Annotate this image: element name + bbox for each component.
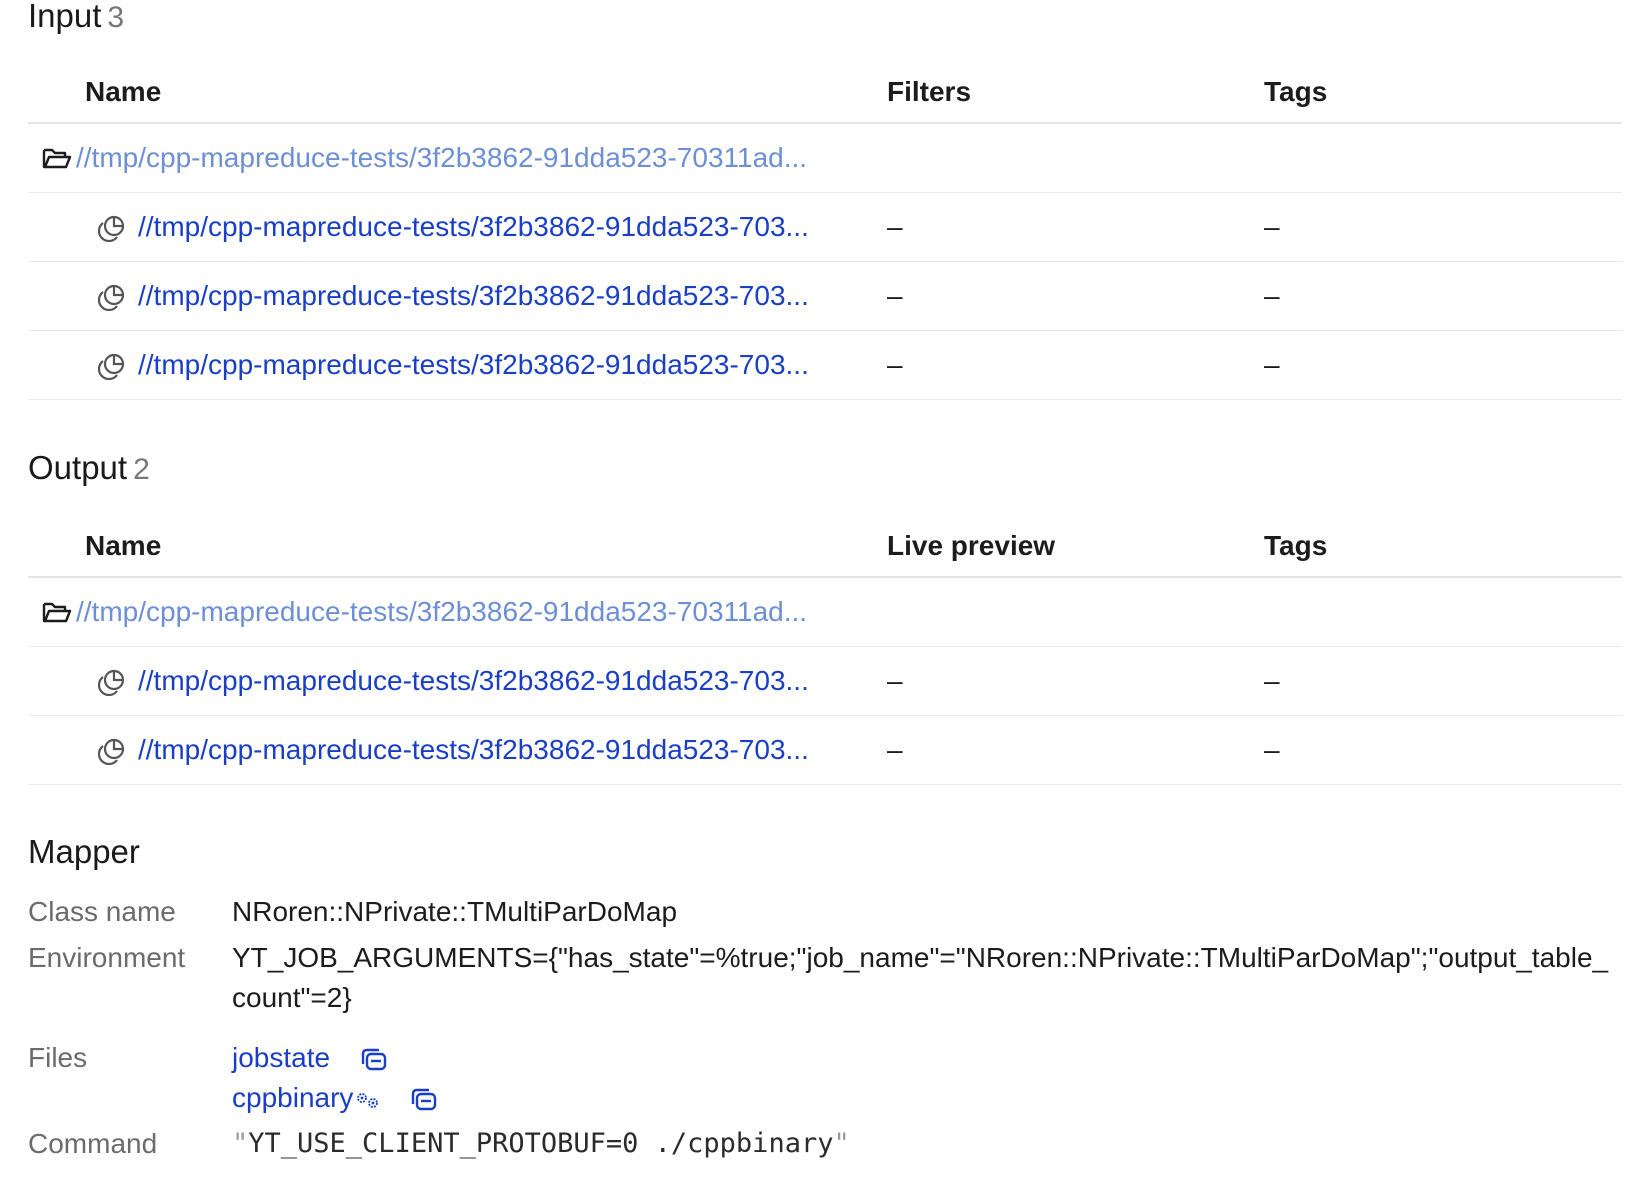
input-table-header: Name Filters Tags	[28, 54, 1622, 124]
table-icon	[98, 284, 125, 311]
folder-open-icon	[42, 602, 72, 623]
input-filters-value: –	[887, 349, 903, 380]
input-section-title: Input 3	[28, 0, 124, 36]
input-tags-value: –	[1264, 211, 1280, 242]
command-text: YT_USE_CLIENT_PROTOBUF=0 ./cppbinary	[248, 1128, 834, 1159]
class-name-value: NRoren::NPrivate::TMultiParDoMap	[232, 896, 678, 927]
input-parent-link[interactable]: //tmp/cpp-mapreduce-tests/3f2b3862-91dda…	[76, 124, 807, 192]
input-row: //tmp/cpp-mapreduce-tests/3f2b3862-91dda…	[28, 193, 1622, 262]
file-item: cppbinary	[232, 1078, 1612, 1118]
output-table-link[interactable]: //tmp/cpp-mapreduce-tests/3f2b3862-91dda…	[138, 716, 809, 784]
gear-icon	[357, 1092, 379, 1108]
output-section-title: Output 2	[28, 450, 150, 488]
input-table-link[interactable]: //tmp/cpp-mapreduce-tests/3f2b3862-91dda…	[138, 262, 809, 330]
quote-mark: "	[833, 1128, 850, 1159]
command-label: Command	[28, 1128, 158, 1159]
table-icon	[98, 738, 125, 765]
input-filters-value: –	[887, 211, 903, 242]
output-tags-value: –	[1264, 665, 1280, 696]
output-parent-link[interactable]: //tmp/cpp-mapreduce-tests/3f2b3862-91dda…	[76, 578, 807, 646]
input-table: Name Filters Tags //tmp/cpp-mapreduce-te…	[28, 54, 1622, 400]
column-header-name[interactable]: Name	[85, 530, 161, 562]
output-count: 2	[133, 453, 150, 486]
file-item: jobstate	[232, 1038, 1612, 1078]
class-name-label: Class name	[28, 896, 176, 927]
output-title: Output	[28, 449, 128, 486]
file-link-cppbinary[interactable]: cppbinary	[232, 1082, 353, 1113]
column-header-live-preview[interactable]: Live preview	[887, 530, 1055, 562]
column-header-tags[interactable]: Tags	[1264, 76, 1327, 108]
copy-icon[interactable]	[360, 1047, 388, 1073]
output-table-link[interactable]: //tmp/cpp-mapreduce-tests/3f2b3862-91dda…	[138, 647, 809, 715]
input-title: Input	[28, 0, 102, 34]
input-table-link[interactable]: //tmp/cpp-mapreduce-tests/3f2b3862-91dda…	[138, 193, 809, 261]
column-header-filters[interactable]: Filters	[887, 76, 971, 108]
output-table-header: Name Live preview Tags	[28, 508, 1622, 578]
output-live-preview-value: –	[887, 665, 903, 696]
input-count: 3	[107, 1, 125, 34]
column-header-tags[interactable]: Tags	[1264, 530, 1327, 562]
output-table: Name Live preview Tags //tmp/cpp-mapredu…	[28, 508, 1622, 785]
quote-mark: "	[232, 1128, 249, 1159]
table-icon	[98, 215, 125, 242]
output-live-preview-value: –	[887, 734, 903, 765]
output-row: //tmp/cpp-mapreduce-tests/3f2b3862-91dda…	[28, 647, 1622, 716]
output-parent-row: //tmp/cpp-mapreduce-tests/3f2b3862-91dda…	[28, 578, 1622, 647]
input-row: //tmp/cpp-mapreduce-tests/3f2b3862-91dda…	[28, 262, 1622, 331]
input-row: //tmp/cpp-mapreduce-tests/3f2b3862-91dda…	[28, 331, 1622, 400]
output-row: //tmp/cpp-mapreduce-tests/3f2b3862-91dda…	[28, 716, 1622, 785]
copy-icon[interactable]	[410, 1087, 438, 1113]
command-value: "YT_USE_CLIENT_PROTOBUF=0 ./cppbinary"	[232, 1124, 1612, 1164]
input-parent-row: //tmp/cpp-mapreduce-tests/3f2b3862-91dda…	[28, 124, 1622, 193]
input-tags-value: –	[1264, 349, 1280, 380]
input-tags-value: –	[1264, 280, 1280, 311]
environment-value: YT_JOB_ARGUMENTS={"has_state"=%true;"job…	[232, 942, 1609, 1013]
file-link-jobstate[interactable]: jobstate	[232, 1042, 330, 1073]
input-table-link[interactable]: //tmp/cpp-mapreduce-tests/3f2b3862-91dda…	[138, 331, 809, 399]
files-label: Files	[28, 1042, 88, 1073]
column-header-name[interactable]: Name	[85, 76, 161, 108]
files-list: jobstate cppbinary	[232, 1038, 1612, 1118]
input-filters-value: –	[887, 280, 903, 311]
table-icon	[98, 669, 125, 696]
environment-label: Environment	[28, 942, 186, 973]
mapper-section-title: Mapper	[28, 833, 140, 870]
output-tags-value: –	[1264, 734, 1280, 765]
folder-open-icon	[42, 148, 72, 169]
table-icon	[98, 353, 125, 380]
